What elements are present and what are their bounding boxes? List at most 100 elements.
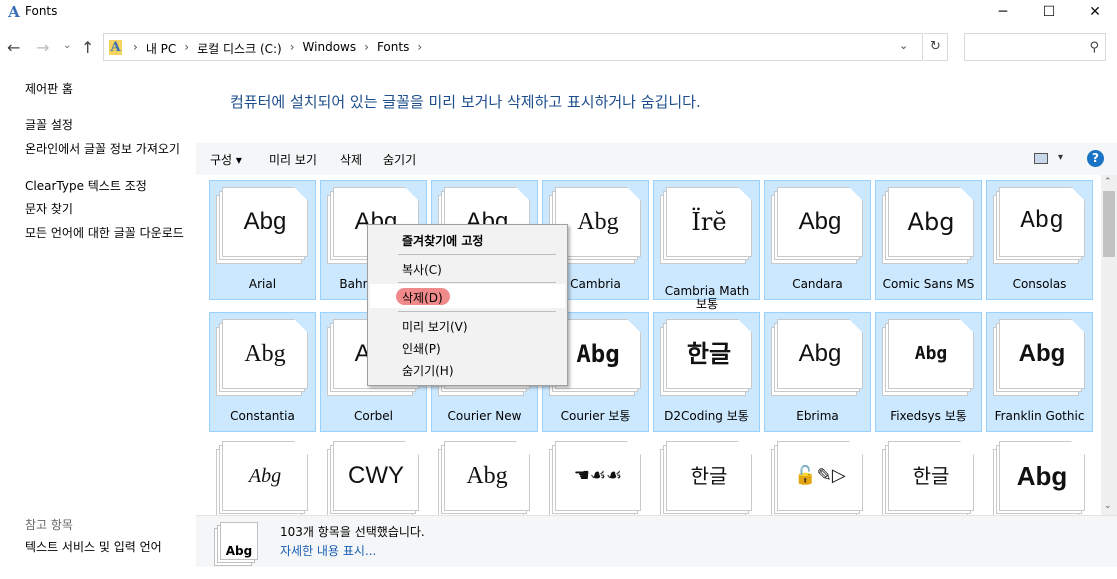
chevron-right-icon[interactable]: › [133, 40, 138, 57]
font-name-label: Consolas [1012, 277, 1067, 291]
menu-item-hide[interactable]: 숨기기(H) [402, 362, 454, 379]
font-file-icon: Ïrĕ [660, 187, 752, 264]
address-bar[interactable]: A › 내 PC › 로컬 디스크 (C:) › Windows › Fonts… [103, 33, 923, 61]
font-name-label: D2Coding 보통 [664, 409, 749, 423]
organize-button[interactable]: 구성 ▾ [210, 151, 242, 168]
close-button[interactable]: ✕ [1072, 0, 1117, 24]
font-tile[interactable]: Abg Ebrima [764, 312, 871, 432]
menu-separator [398, 282, 556, 283]
menu-item-copy[interactable]: 복사(C) [402, 261, 442, 278]
font-file-icon: Abg [993, 187, 1085, 264]
scroll-up-arrow-icon[interactable]: ⌃ [1104, 177, 1112, 187]
font-name-label: Arial [248, 277, 277, 291]
menu-separator [398, 311, 556, 312]
font-tile[interactable]: 한글 [876, 435, 981, 515]
font-settings-link[interactable]: 글꼴 설정 [25, 118, 190, 133]
breadcrumb: › 내 PC › 로컬 디스크 (C:) › Windows › Fonts › [125, 40, 430, 57]
menu-item-preview[interactable]: 미리 보기(V) [402, 318, 468, 335]
vertical-scrollbar[interactable]: ⌃ ⌄ [1101, 175, 1117, 515]
font-tile[interactable]: Abg Arial [209, 180, 316, 300]
chevron-right-icon[interactable]: › [290, 40, 295, 57]
font-tile[interactable]: CWY [321, 435, 426, 515]
address-dropdown-chevron-icon[interactable]: ⌄ [899, 39, 908, 52]
font-name-label: Courier 보통 [560, 409, 631, 423]
font-name-label: Cambria Math 보통 [664, 284, 750, 311]
font-sample-text: Abg [466, 463, 508, 489]
font-file-icon: 한글 [660, 319, 752, 396]
cleartype-adjust-link[interactable]: ClearType 텍스트 조정 [25, 179, 190, 194]
control-panel-home-link[interactable]: 제어판 홈 [25, 82, 190, 97]
font-file-icon: Abg [216, 441, 308, 515]
font-tile[interactable]: Ïrĕ Cambria Math 보통 [653, 180, 760, 311]
chevron-right-icon[interactable]: › [417, 40, 422, 57]
breadcrumb-fonts[interactable]: Fonts [377, 40, 409, 57]
view-dropdown-chevron-icon[interactable]: ▾ [1058, 152, 1063, 163]
font-sample-text: 한글 [912, 464, 950, 488]
selection-count: 103개 항목을 선택했습니다. [280, 525, 425, 539]
font-file-icon: Abg [993, 441, 1085, 515]
font-name-label: Courier New [447, 409, 522, 423]
find-character-link[interactable]: 문자 찾기 [25, 202, 190, 217]
menu-item-pin-to-quick-access[interactable]: 즐겨찾기에 고정 [402, 232, 483, 249]
font-tile[interactable]: Abg [987, 435, 1092, 515]
breadcrumb-windows[interactable]: Windows [303, 40, 357, 57]
refresh-icon[interactable]: ↻ [924, 33, 948, 61]
chevron-right-icon[interactable]: › [184, 40, 189, 57]
fonts-folder-icon: A [109, 40, 122, 55]
delete-button[interactable]: 삭제 [340, 151, 362, 168]
font-file-icon: Abg [882, 319, 974, 396]
up-arrow-icon[interactable]: ↑ [81, 38, 94, 57]
menu-item-print[interactable]: 인쇄(P) [402, 340, 441, 357]
font-tile[interactable]: Abg Comic Sans MS [875, 180, 982, 300]
preview-button[interactable]: 미리 보기 [269, 151, 317, 168]
breadcrumb-local-disk[interactable]: 로컬 디스크 (C:) [197, 40, 282, 57]
forward-arrow-icon[interactable]: → [36, 38, 49, 57]
search-input[interactable]: ⚲ [964, 33, 1106, 61]
font-name-label: Constantia [230, 409, 295, 423]
font-sample-text: Abg [1016, 461, 1068, 491]
font-tile[interactable]: Abg Consolas [986, 180, 1093, 300]
left-panel: 제어판 홈 글꼴 설정 온라인에서 글꼴 정보 가져오기 ClearType 텍… [0, 66, 196, 567]
menu-item-delete[interactable]: 삭제(D) [402, 289, 443, 306]
font-name-label: Corbel [354, 409, 393, 423]
font-tile[interactable]: Abg Candara [764, 180, 871, 300]
get-font-info-online-link[interactable]: 온라인에서 글꼴 정보 가져오기 [25, 142, 190, 157]
back-arrow-icon[interactable]: ← [7, 38, 20, 57]
font-sample-text: Abg [1020, 208, 1064, 235]
font-file-icon: Abg [216, 319, 308, 396]
hide-button[interactable]: 숨기기 [383, 151, 416, 168]
font-tile[interactable]: Abg [210, 435, 315, 515]
help-icon[interactable]: ? [1087, 150, 1104, 167]
scrollbar-thumb[interactable] [1103, 191, 1115, 257]
text-services-link[interactable]: 텍스트 서비스 및 입력 언어 [25, 540, 190, 555]
font-tile[interactable]: 한글 D2Coding 보통 [653, 312, 760, 432]
menu-separator [398, 254, 556, 255]
view-options-icon[interactable] [1034, 153, 1048, 164]
search-icon[interactable]: ⚲ [1089, 40, 1099, 55]
font-file-icon: ☚☙☙ [549, 441, 641, 515]
minimize-button[interactable]: ─ [980, 0, 1026, 24]
font-tile[interactable]: Abg Fixedsys 보통 [875, 312, 982, 432]
font-tile[interactable]: ☚☙☙ [543, 435, 648, 515]
context-menu: 즐겨찾기에 고정 복사(C) 삭제(D) 미리 보기(V) 인쇄(P) 숨기기(… [367, 224, 568, 386]
scroll-down-arrow-icon[interactable]: ⌄ [1104, 501, 1112, 511]
font-sample-text: 한글 [686, 340, 732, 368]
font-tile[interactable]: 한글 [654, 435, 759, 515]
font-sample-text: CWY [348, 462, 404, 489]
font-tile[interactable]: Abg [432, 435, 537, 515]
navigation-bar: ← → ⌄ ↑ A › 내 PC › 로컬 디스크 (C:) › Windows… [0, 30, 1117, 64]
maximize-button[interactable]: ☐ [1026, 0, 1072, 24]
download-fonts-all-languages-link[interactable]: 모든 언어에 대한 글꼴 다운로드 [25, 226, 190, 241]
font-sample-text: Abg [914, 343, 948, 364]
font-sample-text: Abg [248, 465, 282, 487]
font-tile[interactable]: Abg Constantia [209, 312, 316, 432]
show-more-details-link[interactable]: 자세한 내용 표시... [280, 542, 376, 559]
font-grid: AbgArialAbgBahnschriftAbgCalibriAbgCambr… [196, 175, 1101, 515]
font-tile[interactable]: Abg Franklin Gothic [986, 312, 1093, 432]
font-file-icon: Abg [438, 441, 530, 515]
font-file-icon: CWY [327, 441, 419, 515]
font-tile[interactable]: 🔓✎▷ [765, 435, 870, 515]
recent-locations-chevron-icon[interactable]: ⌄ [63, 40, 71, 51]
breadcrumb-this-pc[interactable]: 내 PC [146, 40, 176, 57]
chevron-right-icon[interactable]: › [364, 40, 369, 57]
